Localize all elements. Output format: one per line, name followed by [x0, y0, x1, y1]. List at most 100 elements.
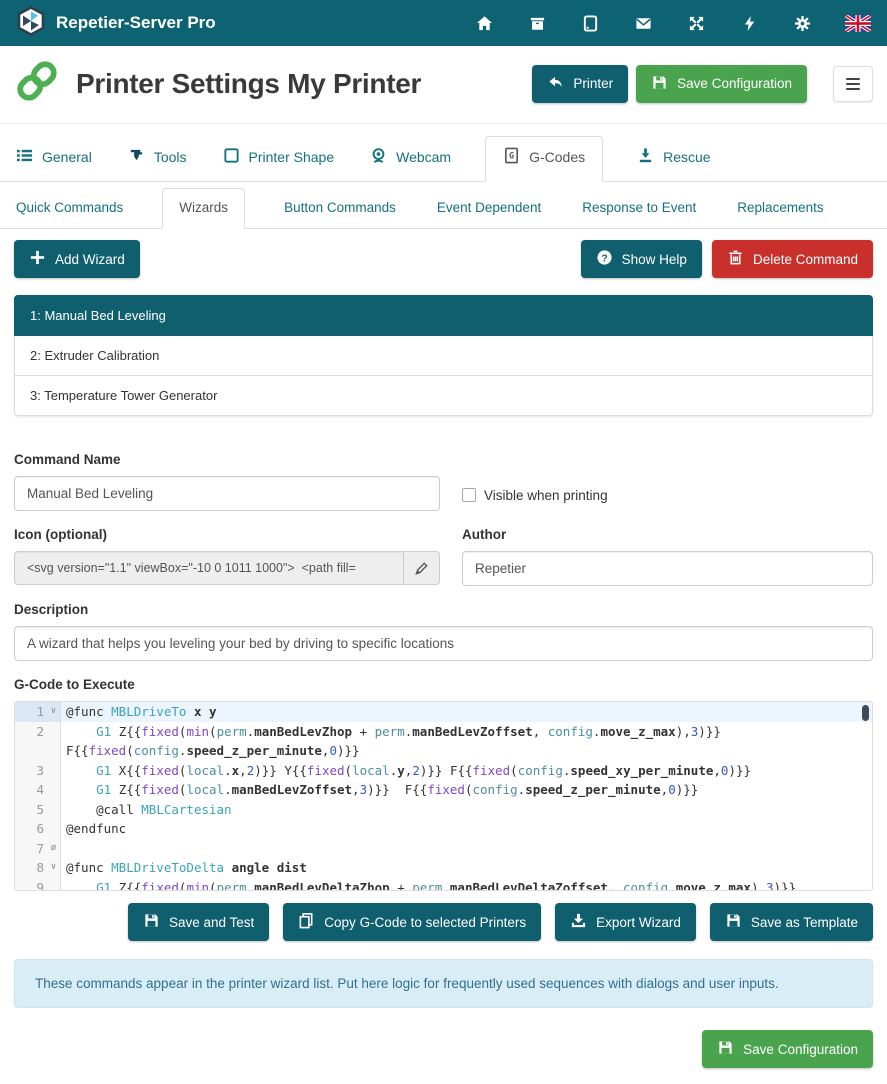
icon-label: Icon (optional) [14, 527, 440, 542]
download-icon [570, 912, 587, 932]
gcode-editor[interactable]: 1∨@func MBLDriveTo x y2 G1 Z{{fixed(min(… [14, 701, 873, 891]
code-line[interactable]: 3 G1 X{{fixed(local.x,2)}} Y{{fixed(loca… [15, 761, 872, 781]
brand[interactable]: Repetier-Server Pro [16, 6, 216, 41]
subtab-button-commands[interactable]: Button Commands [282, 189, 398, 228]
code-text [61, 839, 872, 859]
expand-icon[interactable] [686, 13, 706, 33]
line-number-gutter: 9 [15, 878, 61, 892]
author-input[interactable] [462, 551, 873, 586]
save-configuration-button[interactable]: Save Configuration [636, 65, 807, 103]
save-icon [717, 1039, 734, 1059]
line-number-gutter: 1∨ [15, 702, 61, 722]
icon-input [14, 551, 404, 585]
tab-general[interactable]: General [14, 137, 94, 181]
code-text: G1 Z{{fixed(min(perm.manBedLevDeltaZhop … [61, 878, 872, 892]
tab-g-codes[interactable]: G G-Codes [485, 136, 603, 182]
line-number-gutter: 6 [15, 819, 61, 839]
editor-lines: 1∨@func MBLDriveTo x y2 G1 Z{{fixed(min(… [15, 702, 872, 891]
code-text: G1 X{{fixed(local.x,2)}} Y{{fixed(local.… [61, 761, 872, 781]
show-help-button[interactable]: ? Show Help [581, 240, 702, 278]
bolt-icon[interactable] [739, 13, 759, 33]
nozzle-icon [637, 147, 654, 167]
line-number-gutter: 5 [15, 800, 61, 820]
code-text: G1 Z{{fixed(local.manBedLevZoffset,3)}} … [61, 780, 872, 800]
list-item[interactable]: 1: Manual Bed Leveling [14, 295, 873, 336]
visible-when-printing-checkbox[interactable] [462, 488, 476, 502]
home-icon[interactable] [474, 13, 494, 33]
save-as-template-button[interactable]: Save as Template [710, 903, 873, 941]
line-number-gutter: 7ø [15, 839, 61, 859]
mail-icon[interactable] [633, 13, 653, 33]
webcam-icon [370, 147, 387, 167]
delete-command-button[interactable]: Delete Command [712, 240, 873, 278]
subtab-wizards[interactable]: Wizards [162, 188, 245, 229]
add-wizard-button[interactable]: Add Wizard [14, 240, 140, 278]
tablet-icon[interactable] [580, 13, 600, 33]
code-line[interactable]: 7ø [15, 839, 872, 859]
list-item[interactable]: 2: Extruder Calibration [14, 336, 873, 376]
printer-button[interactable]: Printer [532, 65, 628, 103]
square-icon [223, 147, 240, 167]
code-line[interactable]: 9 G1 Z{{fixed(min(perm.manBedLevDeltaZho… [15, 878, 872, 892]
save-icon [651, 74, 668, 94]
plus-icon [29, 249, 46, 269]
wizard-list: 1: Manual Bed Leveling 2: Extruder Calib… [14, 295, 873, 416]
gcode-subtabs: Quick Commands Wizards Button Commands E… [0, 182, 887, 229]
command-name-label: Command Name [14, 452, 440, 467]
code-text: @call MBLCartesian [61, 800, 872, 820]
wizard-form: Command Name Visible when printing Icon … [0, 436, 887, 692]
save-configuration-button-bottom[interactable]: Save Configuration [702, 1030, 873, 1068]
code-line[interactable]: 1∨@func MBLDriveTo x y [15, 702, 872, 722]
code-line[interactable]: 2 G1 Z{{fixed(min(perm.manBedLevZhop + p… [15, 722, 872, 761]
chain-link-icon [14, 58, 60, 109]
list-item[interactable]: 3: Temperature Tower Generator [14, 376, 873, 416]
tab-rescue[interactable]: Rescue [635, 137, 712, 181]
page-header: Printer Settings My Printer Printer Save… [0, 46, 887, 124]
code-text: @endfunc [61, 819, 872, 839]
gcode-doc-icon: G [503, 147, 520, 167]
printer-icon[interactable] [527, 13, 547, 33]
command-name-input[interactable] [14, 476, 440, 511]
editor-scrollbar[interactable] [862, 705, 869, 721]
subtab-replacements[interactable]: Replacements [735, 189, 825, 228]
tab-printer-shape[interactable]: Printer Shape [221, 137, 337, 181]
code-line[interactable]: 6@endfunc [15, 819, 872, 839]
edit-icon-button[interactable] [404, 551, 440, 585]
app-logo-icon [16, 6, 46, 41]
line-number-gutter: 8∨ [15, 858, 61, 878]
svg-text:?: ? [601, 253, 607, 264]
subtab-event-dependent[interactable]: Event Dependent [435, 189, 543, 228]
code-text: @func MBLDriveTo x y [61, 702, 872, 722]
copy-gcode-button[interactable]: Copy G-Code to selected Printers [283, 903, 541, 941]
save-icon [143, 912, 160, 932]
gear-icon[interactable] [792, 13, 812, 33]
svg-text:G: G [509, 152, 514, 162]
question-icon: ? [596, 249, 613, 269]
action-buttons: Save and Test Copy G-Code to selected Pr… [0, 891, 887, 951]
tab-tools[interactable]: Tools [126, 137, 189, 181]
uk-flag-icon[interactable] [845, 13, 871, 33]
trash-icon [727, 249, 744, 269]
line-number-gutter: 3 [15, 761, 61, 781]
hamburger-icon [846, 78, 860, 90]
page-title: Printer Settings My Printer [76, 68, 421, 100]
description-label: Description [14, 602, 873, 617]
gcode-label: G-Code to Execute [14, 677, 873, 692]
subtab-quick-commands[interactable]: Quick Commands [14, 189, 125, 228]
tab-webcam[interactable]: Webcam [368, 137, 453, 181]
export-wizard-button[interactable]: Export Wizard [555, 903, 696, 941]
subtab-response-to-event[interactable]: Response to Event [580, 189, 698, 228]
visible-when-printing-label: Visible when printing [484, 488, 608, 503]
code-line[interactable]: 8∨@func MBLDriveToDelta angle dist [15, 858, 872, 878]
footer: Save Configuration [0, 1016, 887, 1084]
description-input[interactable] [14, 626, 873, 661]
menu-button[interactable] [833, 66, 873, 102]
code-text: @func MBLDriveToDelta angle dist [61, 858, 872, 878]
code-text: G1 Z{{fixed(min(perm.manBedLevZhop + per… [61, 722, 872, 761]
save-and-test-button[interactable]: Save and Test [128, 903, 269, 941]
code-line[interactable]: 5 @call MBLCartesian [15, 800, 872, 820]
top-navbar: Repetier-Server Pro [0, 0, 887, 46]
copy-icon [298, 912, 315, 932]
extruder-icon [128, 147, 145, 167]
code-line[interactable]: 4 G1 Z{{fixed(local.manBedLevZoffset,3)}… [15, 780, 872, 800]
